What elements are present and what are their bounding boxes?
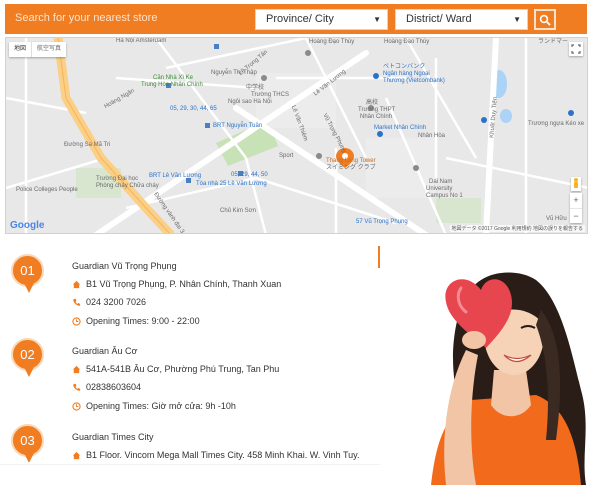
divider xyxy=(0,464,380,465)
map-label: Dai Nam xyxy=(429,179,453,185)
map-label: BRT Nguyễn Tuân xyxy=(213,123,263,129)
map-label: Campus No 1 xyxy=(426,193,463,199)
store-name[interactable]: Guardian Vũ Trọng Phụng xyxy=(72,261,177,271)
store-list[interactable]: 01 Guardian Vũ Trọng Phụng B1 Vũ Trọng P… xyxy=(0,240,386,462)
store-address: 541A-541B Âu Cơ, Phường Phú Trung, Tan P… xyxy=(72,364,279,374)
search-placeholder[interactable]: Search for your nearest store xyxy=(15,12,157,24)
map-canvas[interactable] xyxy=(6,38,588,234)
map-label: Sport xyxy=(279,153,294,159)
zoom-in-button[interactable]: + xyxy=(570,193,582,208)
google-logo: Google xyxy=(10,220,45,231)
search-button[interactable] xyxy=(534,9,556,30)
map-label: 57 Vũ Trọng Phụng xyxy=(356,219,408,225)
map-label: ベトコンバンク xyxy=(383,64,426,70)
map-label: Căn Nhà Xì Ke xyxy=(153,75,194,81)
map-label: スイミング クラブ xyxy=(326,165,376,171)
store-phone-text[interactable]: 02838603604 xyxy=(86,382,141,392)
store-address-text: 541A-541B Âu Cơ, Phường Phú Trung, Tan P… xyxy=(86,364,280,374)
address-pin-icon xyxy=(72,365,81,373)
zoom-control: + − xyxy=(570,193,582,223)
store-item[interactable]: 02 Guardian Âu Cơ 541A-541B Âu Cơ, Phườn… xyxy=(0,336,380,416)
map-label: Đường Sa Mã Tri xyxy=(64,142,111,148)
map-label: Nhân Hòa xyxy=(418,133,446,139)
district-select[interactable]: District/ Ward ▼ xyxy=(395,9,528,30)
map-label: Thương (Vietcombank) xyxy=(383,78,445,84)
list-scrollbar[interactable] xyxy=(378,246,380,268)
store-number-badge: 03 xyxy=(11,424,44,462)
map-label: 中学校 xyxy=(246,85,265,91)
map-label: Hoàng Đạo Thúy xyxy=(309,39,355,45)
store-name[interactable]: Guardian Times City xyxy=(72,432,154,442)
store-number-badge: 01 xyxy=(11,254,44,293)
pegman-icon xyxy=(574,178,578,188)
store-hours-text: Opening Times: Giờ mở cửa: 9h -10h xyxy=(86,401,236,411)
address-pin-icon xyxy=(72,280,81,288)
search-icon xyxy=(539,14,551,26)
district-select-label: District/ Ward xyxy=(406,13,472,25)
map-label: Hà Nội Amsterdam xyxy=(116,38,167,44)
map-label: Phòng cháy Chữa cháy xyxy=(96,183,159,189)
map-label: ランドマー xyxy=(538,39,569,45)
clock-icon xyxy=(72,316,81,326)
store-number-badge: 02 xyxy=(11,338,44,377)
store-phone: 024 3200 7026 xyxy=(72,297,146,307)
map-label: Trường Đại học xyxy=(96,176,139,182)
map-label: Ngân hàng Ngoại xyxy=(383,71,430,77)
map-type-map[interactable]: 地図 xyxy=(9,42,31,57)
clock-icon xyxy=(72,401,81,411)
store-address-text: B1 Floor. Vincom Mega Mall Times City. 4… xyxy=(86,450,360,460)
store-address-text: B1 Vũ Trọng Phụng, P. Nhân Chính, Thanh … xyxy=(86,279,282,289)
map-label: Police Colleges People xyxy=(16,187,78,193)
promo-image xyxy=(386,240,600,485)
store-phone: 02838603604 xyxy=(72,382,141,392)
store-hours-text: Opening Times: 9:00 - 22:00 xyxy=(86,316,200,326)
map-label: 05, 29, 44, 50 xyxy=(231,172,268,178)
map-label: Trường THPT xyxy=(358,107,396,113)
map-label: University xyxy=(426,186,453,192)
chevron-down-icon: ▼ xyxy=(373,15,381,24)
map-type-satellite[interactable]: 航空写真 xyxy=(31,42,66,57)
store-hours: Opening Times: 9:00 - 22:00 xyxy=(72,316,200,326)
map-label: Trương ngựa Kéo xe xyxy=(528,121,585,127)
map-label: Tòa nhà 25 Lê Văn Lương xyxy=(196,181,267,187)
map-label: Vũ Hữu xyxy=(546,216,567,222)
store-search-bar: Search for your nearest store Province/ … xyxy=(5,4,587,34)
map-label: Ngôi sao Hà Nội xyxy=(228,99,272,105)
map-label: 05, 29, 30, 44, 65 xyxy=(170,106,217,112)
store-phone-text[interactable]: 024 3200 7026 xyxy=(86,297,146,307)
map-label: Trung Hòa Nhân Chính xyxy=(141,82,203,88)
map-type-control: 地図 航空写真 xyxy=(9,42,67,57)
map-label: Market Nhân Chính xyxy=(374,125,427,131)
zoom-out-button[interactable]: − xyxy=(570,208,582,223)
map-label: Thang Long Tower xyxy=(326,158,376,164)
province-select[interactable]: Province/ City ▼ xyxy=(255,9,388,30)
address-pin-icon xyxy=(72,451,81,459)
street-view-button[interactable] xyxy=(571,177,581,191)
store-item[interactable]: 01 Guardian Vũ Trọng Phụng B1 Vũ Trọng P… xyxy=(0,240,380,320)
phone-icon xyxy=(73,383,81,391)
map-label: Trường THCS xyxy=(251,92,289,98)
province-select-label: Province/ City xyxy=(266,13,334,25)
store-address: B1 Vũ Trọng Phụng, P. Nhân Chính, Thanh … xyxy=(72,279,281,289)
store-map[interactable]: Hà Nội Amsterdam Hoàng Đạo Thúy Hoàng Đạ… xyxy=(5,37,588,234)
store-hours: Opening Times: Giờ mở cửa: 9h -10h xyxy=(72,401,236,411)
fullscreen-icon xyxy=(571,44,581,54)
map-label: BRT Lê Văn Lương xyxy=(149,173,202,179)
woman-holding-heart-illustration xyxy=(431,272,586,485)
store-name[interactable]: Guardian Âu Cơ xyxy=(72,346,137,356)
map-label: Nhân Chính xyxy=(360,114,393,120)
store-item[interactable]: 03 Guardian Times City B1 Floor. Vincom … xyxy=(0,422,380,462)
map-label: Chủ Kim Sơn xyxy=(220,208,256,214)
fullscreen-button[interactable] xyxy=(569,42,583,56)
chevron-down-icon: ▼ xyxy=(513,15,521,24)
map-label: 高校 xyxy=(366,100,379,106)
phone-icon xyxy=(73,298,81,306)
store-address: B1 Floor. Vincom Mega Mall Times City. 4… xyxy=(72,450,359,460)
map-label: Hoàng Đạo Thúy xyxy=(384,39,430,45)
map-attribution[interactable]: 地図データ ©2017 Google 利用規約 地図の誤りを報告する xyxy=(449,225,585,232)
